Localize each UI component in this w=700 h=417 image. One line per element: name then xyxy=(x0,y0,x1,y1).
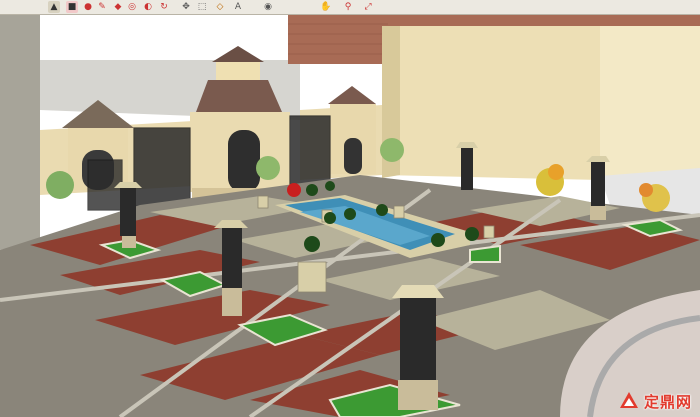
orbit-icon[interactable]: ◉ xyxy=(262,1,274,13)
sketchup-viewport[interactable]: ▲ ■ ● ✎ ◆ ◎ ◐ ↻ ✥ ⬚ ◇ A ◉ ✋ ⚲ ⤢ 定鼎网 xyxy=(0,0,700,417)
right-pavilion xyxy=(328,86,376,174)
circle-icon[interactable]: ◎ xyxy=(126,1,138,13)
left-building xyxy=(0,14,40,250)
watermark: 定鼎网 xyxy=(618,389,692,413)
tape-icon[interactable]: ◇ xyxy=(214,1,226,13)
watermark-logo-icon xyxy=(619,392,638,408)
select-icon[interactable]: ▲ xyxy=(48,1,60,13)
red-flower-bush xyxy=(287,183,301,197)
watermark-text: 定鼎网 xyxy=(643,392,692,411)
brick-tower xyxy=(288,14,388,64)
rotate-icon[interactable]: ✥ xyxy=(180,1,192,13)
courtyard-rendering xyxy=(0,0,700,417)
tool-toolbar: ▲ ■ ● ✎ ◆ ◎ ◐ ↻ ✥ ⬚ ◇ A ◉ ✋ ⚲ ⤢ xyxy=(0,0,700,15)
pencil-icon[interactable]: ✎ xyxy=(96,1,108,13)
zoom-extents-icon[interactable]: ⤢ xyxy=(362,1,374,13)
push-pull-icon[interactable]: ◐ xyxy=(142,1,154,13)
eraser-icon[interactable]: ■ xyxy=(66,1,78,13)
paint-icon[interactable]: ● xyxy=(82,1,94,13)
text-icon[interactable]: A xyxy=(232,1,244,13)
rectangle-icon[interactable]: ◆ xyxy=(112,1,124,13)
scale-icon[interactable]: ⬚ xyxy=(196,1,208,13)
zoom-icon[interactable]: ⚲ xyxy=(342,1,354,13)
pan-icon[interactable]: ✋ xyxy=(320,1,332,13)
move-icon[interactable]: ↻ xyxy=(158,1,170,13)
